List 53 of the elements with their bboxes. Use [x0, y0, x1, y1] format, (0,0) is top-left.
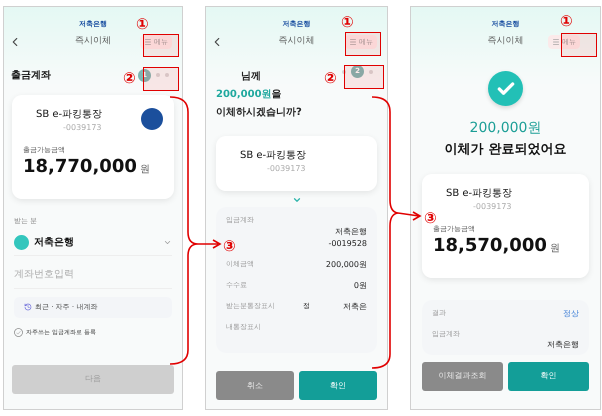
detail-value: 200,000원 [326, 258, 367, 270]
account-number-field[interactable]: 계좌번호입력 [14, 260, 172, 288]
annotation-number: ① [341, 15, 354, 30]
account-number: -0039173 [473, 200, 512, 212]
account-number: -0039173 [63, 122, 102, 134]
annotation-number: ③ [424, 211, 437, 226]
balance-amount: 18,570,000 [433, 236, 547, 254]
annotation-number: ② [324, 71, 337, 86]
bank-select[interactable]: 저축은행 [14, 234, 172, 256]
success-check-icon [488, 71, 523, 106]
annotation-number: ① [560, 14, 573, 29]
detail-value: -0019528 [328, 238, 367, 250]
account-name: SB e-파킹통장 [240, 149, 306, 163]
currency-unit: 원 [140, 163, 150, 177]
bank-logo-icon [14, 234, 29, 250]
annotation-box [143, 34, 179, 57]
action-button[interactable]: 이체결과조회 [422, 362, 503, 390]
account-name: SB e-파킹통장 [36, 108, 102, 122]
success-message: 이체가 완료되었어요 [444, 141, 566, 159]
annotation-box [561, 33, 597, 57]
menu-icon [552, 38, 560, 46]
bank-logo-icon [141, 108, 163, 130]
annotation-box [344, 65, 384, 89]
detail-value: 0원 [354, 280, 367, 292]
annotation-number: ② [123, 71, 136, 86]
section-title: 출금계좌 [11, 68, 51, 82]
detail-value: 저축은 [343, 300, 367, 312]
amount-text: 200,000원을 [216, 88, 282, 102]
action-button[interactable]: 확인 [299, 371, 377, 400]
detail-value: 저축은행 [335, 226, 367, 238]
screen-title: 즉시이체 [278, 35, 314, 48]
checkbox[interactable] [14, 328, 23, 336]
chevron-down-icon [292, 195, 302, 205]
annotation-box [345, 32, 381, 56]
screen-title: 즉시이체 [75, 35, 111, 48]
menu-icon [144, 38, 152, 46]
screen-title: 즉시이체 [488, 35, 524, 48]
transfer-amount: 200,000원 [470, 119, 542, 138]
currency-unit: 원 [550, 242, 560, 256]
action-button[interactable]: 취소 [216, 371, 294, 400]
annotation-box [143, 67, 179, 91]
menu-icon [349, 38, 357, 46]
account-number: -0039173 [267, 163, 306, 175]
annotation-number: ③ [223, 239, 236, 254]
detail-value: 정상 [563, 308, 579, 320]
balance-amount: 18,770,000 [23, 158, 137, 176]
recipient-text: 님께 [241, 70, 261, 84]
question-text: 이체하시겠습니까? [216, 106, 302, 120]
detail-value: 저축은행 [547, 339, 579, 351]
annotation-number: ① [136, 17, 149, 32]
action-button[interactable]: 확인 [508, 362, 589, 390]
account-name: SB e-파킹통장 [446, 186, 512, 200]
clock-icon [24, 303, 32, 311]
